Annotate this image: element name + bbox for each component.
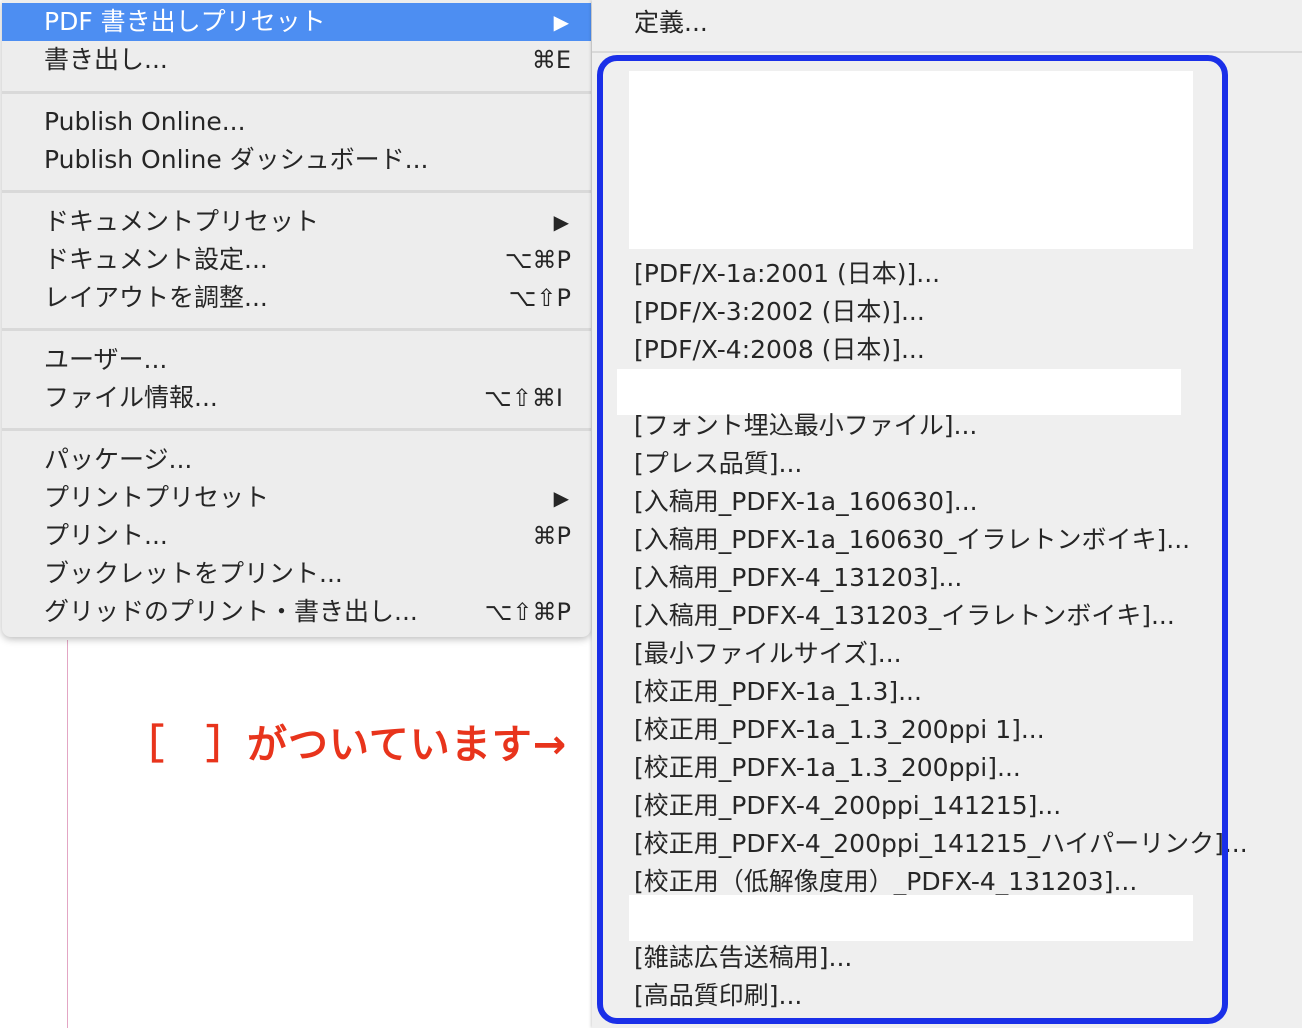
submenu-item-preset[interactable]: [入稿用_PDFX-4_131203_イラレトンボイキ]... xyxy=(634,597,1175,635)
menu-item-adjust-layout[interactable]: レイアウトを調整... ⌥⇧P xyxy=(2,279,591,317)
submenu-item-preset[interactable]: [プレス品質]... xyxy=(634,445,802,483)
menu-item-label: レイアウトを調整... xyxy=(44,283,268,312)
submenu-item-preset[interactable]: [入稿用_PDFX-1a_160630]... xyxy=(634,483,978,521)
menu-item-label: ドキュメント設定... xyxy=(44,245,268,274)
menu-item-print-presets[interactable]: プリントプリセット ▶ xyxy=(2,479,591,517)
submenu-arrow-icon: ▶ xyxy=(553,10,569,34)
menu-item-label: 書き出し... xyxy=(44,45,168,74)
menu-item-user[interactable]: ユーザー... xyxy=(2,341,591,379)
page-margin-guide xyxy=(67,640,68,1028)
menu-item-label: プリントプリセット xyxy=(44,483,270,512)
menu-separator xyxy=(2,91,591,94)
menu-item-shortcut: ⌘E xyxy=(531,46,571,74)
menu-item-label: プリント... xyxy=(44,521,168,550)
menu-separator xyxy=(592,51,1302,53)
annotation-text: ［ ］がついています→ xyxy=(124,722,568,768)
menu-item-label: Publish Online ダッシュボード... xyxy=(44,145,429,174)
submenu-item-preset[interactable]: [入稿用_PDFX-4_131203]... xyxy=(634,559,962,597)
menu-item-label: パッケージ... xyxy=(44,445,193,474)
menu-item-shortcut: ⌘P xyxy=(532,522,571,550)
menu-item-grid-print-export[interactable]: グリッドのプリント・書き出し... ⌥⇧⌘P xyxy=(2,593,591,631)
submenu-item-preset[interactable]: [雑誌広告送稿用]... xyxy=(634,939,852,977)
menu-item-print-booklet[interactable]: ブックレットをプリント... xyxy=(2,555,591,593)
submenu-item-preset[interactable]: [高品質印刷]... xyxy=(634,977,802,1015)
menu-item-label: ユーザー... xyxy=(44,345,168,374)
submenu-item-preset[interactable]: [校正用_PDFX-1a_1.3]... xyxy=(634,673,922,711)
submenu-item-preset[interactable]: [校正用_PDFX-1a_1.3_200ppi 1]... xyxy=(634,711,1045,749)
menu-item-label: グリッドのプリント・書き出し... xyxy=(44,597,418,626)
submenu-item-preset[interactable]: [フォント埋込最小ファイル]... xyxy=(634,407,977,445)
file-menu: PDF 書き出しプリセット ▶ 書き出し... ⌘E Publish Onlin… xyxy=(2,0,591,637)
pdf-presets-submenu: 定義... [PDF/X-1a:2001 (日本)]... [PDF/X-3:2… xyxy=(592,0,1302,1028)
submenu-item-preset[interactable]: [PDF/X-3:2002 (日本)]... xyxy=(634,293,925,331)
menu-item-label: ファイル情報... xyxy=(44,383,218,412)
menu-item-print[interactable]: プリント... ⌘P xyxy=(2,517,591,555)
submenu-item-preset[interactable]: [入稿用_PDFX-1a_160630_イラレトンボイキ]... xyxy=(634,521,1190,559)
redacted-area xyxy=(629,895,1193,941)
menu-item-file-info[interactable]: ファイル情報... ⌥⇧⌘I xyxy=(2,379,591,417)
menu-item-document-presets[interactable]: ドキュメントプリセット ▶ xyxy=(2,203,591,241)
submenu-item-define[interactable]: 定義... xyxy=(634,4,708,42)
menu-item-export[interactable]: 書き出し... ⌘E xyxy=(2,41,591,79)
submenu-arrow-icon: ▶ xyxy=(553,486,569,510)
menu-item-label: ブックレットをプリント... xyxy=(44,559,343,588)
submenu-arrow-icon: ▶ xyxy=(553,210,569,234)
menu-item-publish-online-dashboard[interactable]: Publish Online ダッシュボード... xyxy=(2,141,591,179)
menu-item-label: PDF 書き出しプリセット xyxy=(44,7,326,36)
menu-item-shortcut: ⌥⇧⌘P xyxy=(484,598,571,626)
menu-item-package[interactable]: パッケージ... xyxy=(2,441,591,479)
menu-item-shortcut: ⌥⇧P xyxy=(508,284,571,312)
submenu-item-preset[interactable]: [校正用_PDFX-1a_1.3_200ppi]... xyxy=(634,749,1021,787)
redacted-area xyxy=(629,71,1193,249)
menu-item-label: ドキュメントプリセット xyxy=(44,207,320,236)
submenu-item-preset[interactable]: [最小ファイルサイズ]... xyxy=(634,635,902,673)
submenu-item-preset[interactable]: [PDF/X-1a:2001 (日本)]... xyxy=(634,255,940,293)
menu-item-document-setup[interactable]: ドキュメント設定... ⌥⌘P xyxy=(2,241,591,279)
menu-item-shortcut: ⌥⇧⌘I xyxy=(484,384,563,412)
menu-item-label: Publish Online... xyxy=(44,107,246,136)
menu-separator xyxy=(2,428,591,431)
menu-item-shortcut: ⌥⌘P xyxy=(504,246,571,274)
menu-item-publish-online[interactable]: Publish Online... xyxy=(2,103,591,141)
menu-separator xyxy=(2,328,591,331)
menu-separator xyxy=(2,190,591,193)
submenu-item-preset[interactable]: [校正用_PDFX-4_200ppi_141215_ハイパーリンク]... xyxy=(634,825,1248,863)
submenu-item-preset[interactable]: [校正用_PDFX-4_200ppi_141215]... xyxy=(634,787,1061,825)
menu-item-pdf-export-presets[interactable]: PDF 書き出しプリセット ▶ xyxy=(2,3,591,41)
submenu-item-preset[interactable]: [PDF/X-4:2008 (日本)]... xyxy=(634,331,925,369)
